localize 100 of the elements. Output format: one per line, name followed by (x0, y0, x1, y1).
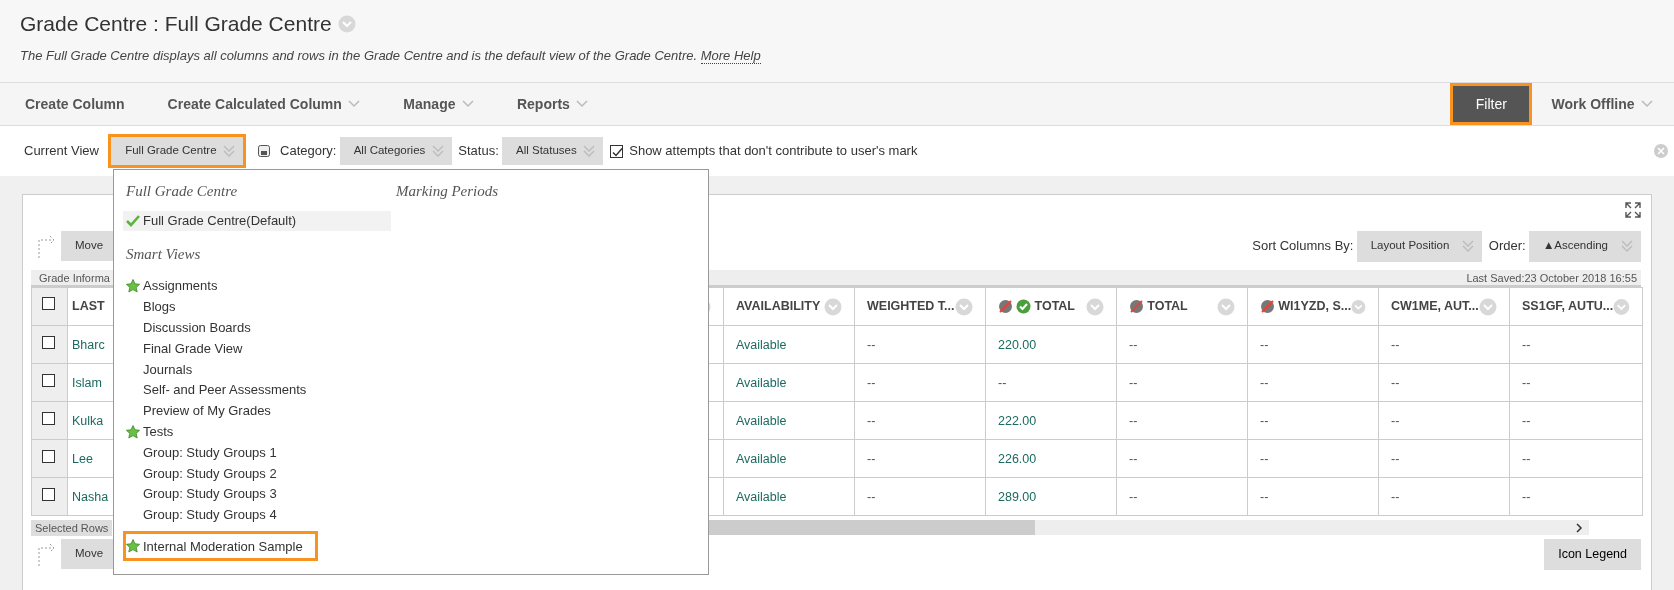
caret-icon (461, 100, 474, 108)
menu-button[interactable]: Manage (378, 83, 492, 125)
table-cell: 226.00 (998, 451, 1037, 466)
checkbox[interactable] (42, 374, 55, 387)
table-cell: -- (867, 337, 876, 352)
table-cell: -- (1260, 413, 1269, 428)
table-cell: 289.00 (998, 489, 1037, 504)
student-name-link[interactable]: Lee (72, 451, 93, 466)
menu-item[interactable]: Group: Study Groups 4 (123, 504, 280, 526)
menu-item[interactable]: Group: Study Groups 1 (123, 442, 280, 463)
check-icon (126, 214, 140, 227)
menu-item[interactable]: Group: Study Groups 3 (123, 483, 280, 505)
elbow-arrow-icon (37, 542, 57, 566)
caret-icon (576, 100, 589, 108)
page-title: Grade Centre : Full Grade Centre (20, 11, 332, 37)
menu-heading: Marking Periods (396, 182, 499, 201)
table-cell: Available (736, 413, 787, 428)
student-name-link[interactable]: Kulka (72, 413, 104, 428)
table-cell: -- (867, 489, 876, 504)
checkbox[interactable] (42, 297, 55, 311)
category-dropdown[interactable]: All Categories (339, 137, 452, 165)
menu-item[interactable]: Tests (123, 421, 177, 443)
elbow-arrow-icon (37, 234, 57, 258)
expand-icon[interactable] (1625, 202, 1641, 218)
table-cell: 220.00 (998, 337, 1037, 352)
table-cell: -- (867, 451, 876, 466)
field-label: Status: (458, 142, 499, 161)
last-saved-text: Last Saved:23 October 2018 16:55 (1466, 270, 1637, 286)
menu-item[interactable]: Full Grade Centre(Default) (123, 210, 391, 232)
menu-item[interactable]: Internal Moderation Sample (123, 531, 318, 562)
excluded-icon (1260, 299, 1275, 315)
column-header: TOTAL (1034, 298, 1075, 316)
table-cell: -- (1522, 337, 1531, 352)
caret-icon (223, 145, 236, 157)
table-cell: -- (1260, 375, 1269, 390)
checkbox[interactable] (42, 488, 55, 501)
menu-button[interactable]: Create Column (0, 83, 143, 125)
menu-heading: Full Grade Centre (126, 182, 239, 201)
caret-icon (1462, 240, 1475, 252)
table-cell: -- (1391, 375, 1400, 390)
caret-icon (348, 100, 361, 108)
table-cell: -- (1522, 375, 1531, 390)
table-cell: -- (1260, 451, 1269, 466)
column-header: CW1ME, AUT... (1391, 298, 1479, 316)
table-cell: Available (736, 337, 787, 352)
student-name-link[interactable]: Islam (72, 375, 102, 390)
menu-item[interactable]: Assignments (123, 275, 221, 297)
icon-legend-button[interactable]: Icon Legend (1544, 538, 1641, 570)
column-header: WEIGHTED T... (867, 298, 955, 316)
table-cell: -- (1260, 489, 1269, 504)
menu-item[interactable]: Group: Study Groups 2 (123, 462, 280, 484)
checkbox[interactable] (42, 336, 55, 349)
star-icon (126, 539, 140, 554)
table-cell: -- (1391, 489, 1400, 504)
caret-icon (583, 145, 596, 157)
column-header: LAST (72, 298, 105, 316)
student-name-link[interactable]: Nasha (72, 489, 109, 504)
field-label: Current View (24, 142, 99, 161)
checkbox[interactable] (42, 412, 55, 425)
checkbox[interactable] (42, 450, 55, 463)
menu-button[interactable]: Work Offline (1535, 83, 1674, 125)
scroll-right-icon[interactable] (1575, 522, 1583, 533)
menu-item[interactable]: Self- and Peer Assessments (123, 379, 310, 401)
sort-dropdown[interactable]: Layout Position (1356, 230, 1483, 262)
order-dropdown[interactable]: ▲Ascending (1528, 230, 1641, 262)
table-cell: -- (867, 375, 876, 390)
selected-rows-label: Selected Rows (31, 519, 113, 536)
table-cell: -- (1129, 489, 1138, 504)
star-icon (126, 279, 140, 294)
table-cell: -- (1260, 337, 1269, 352)
excluded-icon (1129, 299, 1144, 315)
table-cell: -- (1391, 413, 1400, 428)
field-label: Category: (280, 142, 337, 161)
caret-icon (1641, 100, 1653, 108)
menu-button[interactable]: Reports (491, 83, 607, 125)
table-cell: -- (1129, 375, 1138, 390)
filter-button[interactable]: Filter (1450, 83, 1533, 125)
star-icon (126, 424, 140, 439)
table-cell: -- (1129, 337, 1138, 352)
checkbox[interactable] (609, 144, 623, 158)
status-dropdown[interactable]: All Statuses (502, 137, 604, 165)
save-icon[interactable] (258, 145, 271, 157)
menu-item[interactable]: Journals (123, 359, 196, 380)
column-header: SS1GF, AUTU... (1522, 298, 1614, 316)
caret-icon (431, 145, 444, 157)
menu-button[interactable]: Create Calculated Column (142, 83, 379, 125)
menu-item[interactable]: Discussion Boards (123, 317, 254, 339)
help-link[interactable]: More Help (700, 47, 761, 64)
column-header: TOTAL (1147, 298, 1188, 316)
menu-item[interactable]: Preview of My Grades (123, 400, 274, 422)
table-cell: Available (736, 451, 787, 466)
checkbox-label: Show attempts that don't contribute to user's mark (629, 142, 918, 161)
table-cell: -- (867, 413, 876, 428)
menu-item[interactable]: Final Grade View (123, 338, 246, 359)
student-name-link[interactable]: Bharc (72, 337, 105, 352)
menu-item[interactable]: Blogs (123, 296, 179, 318)
info-bar-label: Grade Informa (39, 270, 110, 286)
table-cell: -- (998, 375, 1007, 390)
view-dropdown[interactable]: Full Grade Centre (108, 134, 247, 168)
table-cell: -- (1129, 451, 1138, 466)
